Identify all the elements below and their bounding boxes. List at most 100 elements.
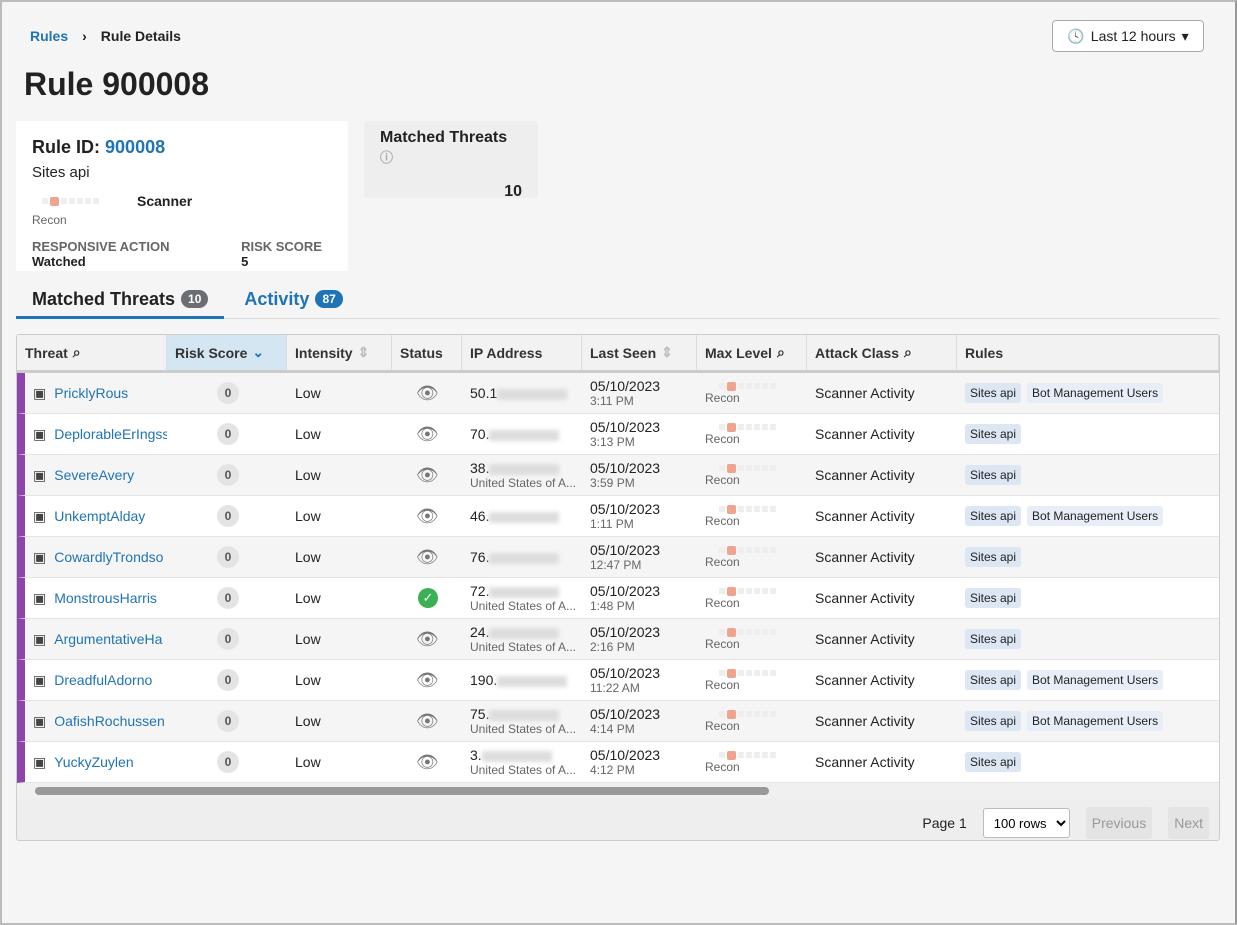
- search-icon[interactable]: ⌕: [777, 344, 785, 361]
- table-row[interactable]: ▣ OafishRochussen 0 Low 👁 75. United State…: [17, 701, 1219, 742]
- threats-table: Threat ⌕ Risk Score ⌄ Intensity ⇕ Status IP…: [16, 334, 1220, 841]
- last-seen-time: 4:12 PM: [590, 763, 635, 777]
- rule-chip[interactable]: Sites api: [965, 383, 1022, 403]
- tab-label: Matched Threats: [32, 288, 176, 309]
- table-row[interactable]: ▣ ArgumentativeHa 0 Low 👁 24. United State…: [17, 619, 1219, 660]
- threat-link[interactable]: ArgumentativeHa: [54, 631, 162, 647]
- rule-chip[interactable]: Sites api: [965, 711, 1022, 731]
- threat-link[interactable]: CowardlyTrondso: [54, 549, 163, 565]
- intensity: Low: [295, 467, 321, 483]
- rule-chip[interactable]: Bot Management Users: [1027, 711, 1164, 731]
- last-seen-time: 3:11 PM: [590, 394, 634, 408]
- attack-class: Scanner Activity: [815, 508, 915, 524]
- rule-chip[interactable]: Sites api: [965, 506, 1022, 526]
- threat-link[interactable]: MonstrousHarris: [54, 590, 157, 606]
- rule-chip[interactable]: Sites api: [965, 465, 1022, 485]
- rule-chip[interactable]: Sites api: [965, 547, 1022, 567]
- table-row[interactable]: ▣ YuckyZuylen 0 Low 👁 3. United States of …: [17, 742, 1219, 783]
- max-level: Recon: [705, 390, 740, 405]
- col-attack-class[interactable]: Attack Class ⌕: [807, 335, 957, 370]
- level-meter: [719, 586, 799, 596]
- col-label: Last Seen: [590, 344, 657, 361]
- last-seen-time: 3:13 PM: [590, 435, 635, 449]
- risk-score-badge: 0: [217, 464, 239, 486]
- action-label: RESPONSIVE ACTION: [32, 239, 170, 254]
- sort-icon: ⇕: [661, 344, 673, 360]
- col-intensity[interactable]: Intensity ⇕: [287, 335, 392, 370]
- intensity: Low: [295, 672, 321, 688]
- col-rules: Rules: [957, 335, 1219, 370]
- rule-chip[interactable]: Bot Management Users: [1027, 506, 1164, 526]
- col-max-level[interactable]: Max Level ⌕: [697, 335, 807, 370]
- risk-score-badge: 0: [217, 669, 239, 691]
- table-row[interactable]: ▣ MonstrousHarris 0 Low ✓ 72. United State…: [17, 578, 1219, 619]
- threat-link[interactable]: DreadfulAdorno: [54, 672, 152, 688]
- threat-link[interactable]: YuckyZuylen: [54, 754, 133, 770]
- ip-address: 75.: [470, 706, 574, 722]
- max-level: Recon: [705, 472, 740, 487]
- rule-chip[interactable]: Bot Management Users: [1027, 383, 1164, 403]
- breadcrumb-rules-link[interactable]: Rules: [30, 28, 68, 44]
- last-seen-date: 05/10/2023: [590, 501, 661, 517]
- table-row[interactable]: ▣ CowardlyTrondso 0 Low 👁 76. 05/10/2023 1…: [17, 537, 1219, 578]
- last-seen-date: 05/10/2023: [590, 706, 661, 722]
- rule-chip[interactable]: Bot Management Users: [1027, 670, 1164, 690]
- max-level: Recon: [705, 677, 740, 692]
- intensity: Low: [295, 754, 321, 770]
- horizontal-scrollbar[interactable]: [17, 783, 1219, 799]
- table-row[interactable]: ▣ PricklyRous 0 Low 👁 50.1 05/10/2023 3:11…: [17, 373, 1219, 414]
- tab-count: 87: [315, 290, 343, 308]
- table-row[interactable]: ▣ SevereAvery 0 Low 👁 38. United States of…: [17, 455, 1219, 496]
- ip-address: 70.: [470, 426, 574, 442]
- col-label: Risk Score: [175, 344, 248, 361]
- next-button[interactable]: Next: [1168, 807, 1209, 839]
- eye-icon: 👁: [416, 546, 439, 567]
- risk-score-badge: 0: [217, 546, 239, 568]
- col-ip: IP Address: [462, 335, 582, 370]
- risk-score-badge: 0: [217, 423, 239, 445]
- sort-icon: ⇕: [357, 344, 370, 360]
- breadcrumb: Rules › Rule Details: [30, 28, 181, 44]
- last-seen-date: 05/10/2023: [590, 542, 661, 558]
- tab-activity[interactable]: Activity 87: [228, 282, 358, 319]
- bot-icon: ▣: [33, 712, 47, 729]
- attack-class: Scanner Activity: [815, 713, 915, 729]
- threat-link[interactable]: SevereAvery: [54, 467, 134, 483]
- col-risk-score[interactable]: Risk Score ⌄: [167, 335, 287, 370]
- rule-chip[interactable]: Sites api: [965, 670, 1022, 690]
- table-row[interactable]: ▣ DeplorableErIngss 0 Low 👁 70. 05/10/202…: [17, 414, 1219, 455]
- attack-class: Scanner Activity: [815, 590, 915, 606]
- table-row[interactable]: ▣ DreadfulAdorno 0 Low 👁 190. 05/10/2023 1…: [17, 660, 1219, 701]
- country: United States of A...: [470, 722, 577, 736]
- rule-card: Rule ID: 900008 Sites api Scanner Recon …: [16, 121, 348, 271]
- last-seen-date: 05/10/2023: [590, 624, 661, 640]
- threat-link[interactable]: PricklyRous: [54, 385, 128, 401]
- rows-per-page-select[interactable]: 100 rows: [982, 808, 1070, 838]
- tab-count: 10: [181, 290, 209, 308]
- rule-chip[interactable]: Sites api: [965, 629, 1022, 649]
- rule-chip[interactable]: Sites api: [965, 588, 1022, 608]
- risk-score-badge: 0: [217, 710, 239, 732]
- attack-class: Scanner Activity: [815, 426, 915, 442]
- search-icon[interactable]: ⌕: [904, 344, 912, 361]
- threat-link[interactable]: DeplorableErIngss: [54, 426, 167, 442]
- rule-chip[interactable]: Sites api: [965, 424, 1022, 444]
- level-meter: [719, 668, 799, 678]
- info-icon[interactable]: ⓘ: [380, 150, 393, 165]
- col-label: Attack Class: [815, 344, 900, 361]
- time-range-dropdown[interactable]: 🕓 Last 12 hours ▾: [1052, 20, 1204, 52]
- table-row[interactable]: ▣ UnkemptAlday 0 Low 👁 46. 05/10/2023 1:11…: [17, 496, 1219, 537]
- bot-icon: ▣: [33, 753, 47, 770]
- rule-chip[interactable]: Sites api: [965, 752, 1022, 772]
- last-seen-date: 05/10/2023: [590, 747, 661, 763]
- country: United States of A...: [470, 640, 577, 654]
- col-threat[interactable]: Threat ⌕: [17, 335, 167, 370]
- threat-link[interactable]: UnkemptAlday: [54, 508, 145, 524]
- tab-matched-threats[interactable]: Matched Threats 10: [16, 282, 225, 319]
- max-level: Recon: [705, 636, 740, 651]
- search-icon[interactable]: ⌕: [73, 344, 81, 361]
- col-last-seen[interactable]: Last Seen ⇕: [582, 335, 697, 370]
- level-meter: [719, 463, 799, 473]
- threat-link[interactable]: OafishRochussen: [54, 713, 165, 729]
- previous-button[interactable]: Previous: [1085, 807, 1153, 839]
